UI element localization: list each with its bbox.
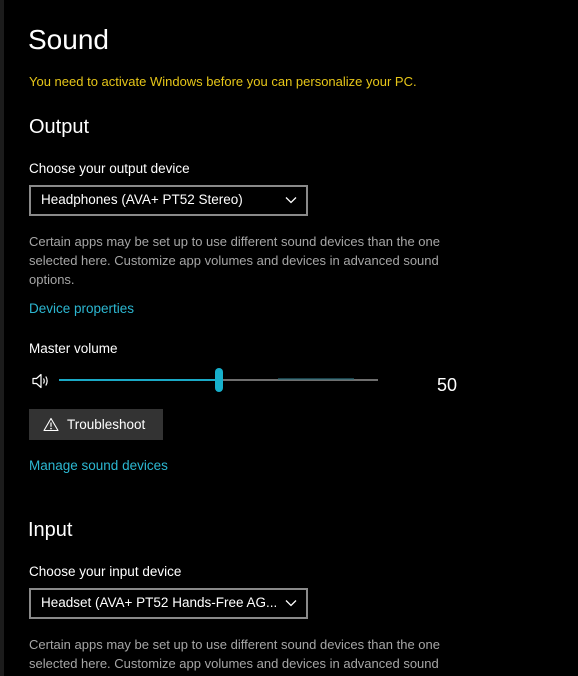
troubleshoot-label: Troubleshoot (67, 417, 146, 432)
input-description: Certain apps may be set up to use differ… (29, 637, 440, 671)
activation-notice: You need to activate Windows before you … (29, 74, 417, 89)
input-device-value: Headset (AVA+ PT52 Hands-Free AG... (41, 595, 278, 610)
output-heading: Output (29, 116, 90, 138)
volume-value: 50 (437, 375, 458, 395)
slider-hover-trail (278, 378, 354, 380)
output-device-dropdown[interactable]: Headphones (AVA+ PT52 Stereo) (29, 185, 308, 216)
master-volume-slider[interactable] (59, 368, 378, 392)
master-volume-label: Master volume (29, 341, 118, 356)
window-left-edge (0, 0, 4, 676)
page-title: Sound (28, 24, 109, 55)
output-description: Certain apps may be set up to use differ… (29, 234, 440, 287)
slider-fill (59, 379, 219, 381)
slider-thumb[interactable] (215, 368, 223, 392)
output-device-value: Headphones (AVA+ PT52 Stereo) (41, 192, 243, 207)
input-device-label: Choose your input device (29, 564, 182, 579)
input-heading: Input (28, 519, 73, 541)
chevron-down-icon (285, 197, 297, 204)
manage-sound-devices-link[interactable]: Manage sound devices (29, 458, 168, 473)
output-device-label: Choose your output device (29, 161, 190, 176)
input-device-dropdown[interactable]: Headset (AVA+ PT52 Hands-Free AG... (29, 588, 308, 619)
warning-triangle-icon (43, 417, 59, 432)
speaker-volume-icon[interactable] (31, 372, 51, 390)
chevron-down-icon (285, 600, 297, 607)
troubleshoot-button[interactable]: Troubleshoot (29, 409, 163, 440)
device-properties-link[interactable]: Device properties (29, 301, 134, 316)
